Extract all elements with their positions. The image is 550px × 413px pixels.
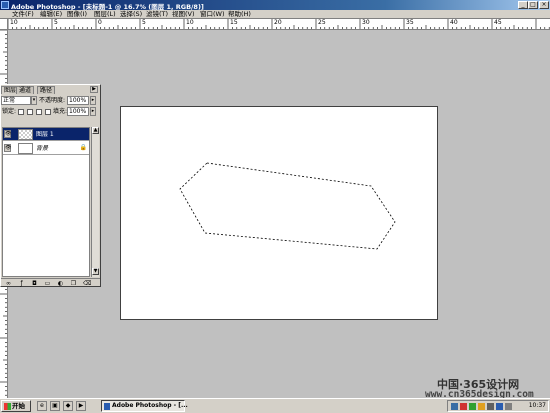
mask-icon[interactable]: ◘ — [31, 280, 38, 287]
lock-pixels-icon[interactable] — [27, 109, 33, 115]
menu-edit[interactable]: 编辑(E) — [40, 10, 62, 19]
photoshop-feather-icon — [104, 403, 110, 410]
layers-list: 👁 图层 1 👁 背景 🔒 — [2, 127, 90, 277]
quicklaunch-explorer-icon[interactable]: e — [37, 401, 47, 411]
layers-panel: 图层 通道 路径 ▶ 正常 ▾ 不透明度: 100% ▸ 锁定: 填充: 100… — [0, 84, 101, 287]
layer-thumbnail — [18, 143, 33, 154]
menu-filter[interactable]: 滤镜(T) — [146, 10, 168, 19]
scroll-up-arrow-icon[interactable]: ▲ — [92, 127, 99, 134]
lock-transparency-icon[interactable] — [18, 109, 24, 115]
blend-opacity-row: 正常 ▾ 不透明度: 100% ▸ — [1, 96, 100, 106]
network-icon[interactable] — [451, 403, 458, 410]
taskbar-task-label: Adobe Photoshop - [... — [112, 402, 188, 409]
ruler-label: 0 — [98, 19, 102, 26]
ruler-label: 30 — [362, 19, 370, 26]
layer-name: 背景 — [36, 145, 49, 152]
tab-paths[interactable]: 路径 — [37, 86, 56, 94]
lock-icon: 🔒 — [79, 144, 87, 151]
opacity-label: 不透明度: — [39, 97, 66, 104]
folder-icon[interactable]: ▭ — [44, 280, 51, 287]
visibility-eye-icon[interactable]: 👁 — [4, 130, 11, 138]
panel-menu-button[interactable]: ▶ — [90, 86, 98, 93]
lock-all-icon[interactable] — [45, 109, 51, 115]
minimize-button[interactable]: _ — [518, 1, 528, 9]
layer-thumbnail — [18, 129, 33, 140]
menu-view[interactable]: 视图(V) — [172, 10, 195, 19]
ruler-label: 40 — [450, 19, 458, 26]
document-canvas[interactable] — [120, 106, 438, 320]
trash-icon[interactable]: ⌫ — [83, 280, 91, 287]
ruler-label: 25 — [318, 19, 326, 26]
ruler-label: 20 — [274, 19, 282, 26]
quicklaunch-app-icon[interactable]: ◆ — [63, 401, 73, 411]
ruler-label: 45 — [494, 19, 502, 26]
ruler-label: 10 — [10, 19, 18, 26]
panel-footer: ∞ ƒ ◘ ▭ ◐ ❐ ⌫ — [1, 278, 100, 287]
messenger-icon[interactable] — [496, 403, 503, 410]
photoshop-app-icon — [1, 1, 9, 9]
new-layer-icon[interactable]: ❐ — [70, 280, 77, 287]
link-icon[interactable]: ∞ — [5, 280, 12, 287]
fill-input[interactable]: 100% — [67, 107, 89, 116]
ruler-origin[interactable] — [0, 19, 8, 30]
ime-icon[interactable] — [478, 403, 485, 410]
blend-mode-dropdown-icon[interactable]: ▾ — [31, 96, 37, 105]
opacity-slider-button[interactable]: ▸ — [90, 96, 96, 105]
clock: 10:37 — [528, 402, 546, 409]
lock-label: 锁定: — [2, 108, 17, 115]
start-label: 开始 — [12, 402, 25, 410]
panel-tabs: 图层 通道 路径 ▶ — [1, 85, 100, 94]
display-icon[interactable] — [505, 403, 512, 410]
tab-channels[interactable]: 通道 — [16, 86, 35, 94]
lock-fill-row: 锁定: 填充: 100% ▸ — [1, 107, 100, 117]
selection-outline — [179, 162, 396, 250]
menu-image[interactable]: 图像(I) — [67, 10, 87, 19]
fill-slider-button[interactable]: ▸ — [90, 107, 96, 116]
scroll-down-arrow-icon[interactable]: ▼ — [92, 268, 99, 275]
menu-layer[interactable]: 图层(L) — [94, 10, 116, 19]
layers-scrollbar[interactable]: ▲ ▼ — [91, 127, 99, 277]
antivirus-icon[interactable] — [460, 403, 467, 410]
menu-help[interactable]: 帮助(H) — [228, 10, 251, 19]
title-bar: Adobe Photoshop - [未标题-1 @ 16.7% (图层 1, … — [0, 0, 550, 11]
volume-icon[interactable] — [487, 403, 494, 410]
menu-window[interactable]: 窗口(W) — [200, 10, 225, 19]
opacity-input[interactable]: 100% — [67, 96, 89, 105]
layer-row-layer1[interactable]: 👁 图层 1 — [3, 128, 89, 141]
blend-mode-select[interactable]: 正常 — [1, 96, 31, 105]
tray-app-icon[interactable] — [469, 403, 476, 410]
close-button[interactable]: × — [539, 1, 549, 9]
windows-logo-icon — [4, 403, 11, 410]
menu-select[interactable]: 选择(S) — [120, 10, 142, 19]
start-button[interactable]: 开始 — [1, 400, 31, 412]
marquee-selection — [179, 162, 396, 250]
layer-row-background[interactable]: 👁 背景 🔒 — [3, 142, 89, 155]
maximize-button[interactable]: □ — [528, 1, 538, 9]
visibility-eye-icon[interactable]: 👁 — [4, 144, 11, 152]
horizontal-ruler[interactable]: 10 5 0 5 10 15 20 25 30 35 40 45 — [8, 19, 550, 30]
menu-bar: 文件(F) 编辑(E) 图像(I) 图层(L) 选择(S) 滤镜(T) 视图(V… — [0, 10, 550, 19]
taskbar: 开始 e ▣ ◆ ▶ Adobe Photoshop - [... 10:37 — [0, 398, 550, 413]
quicklaunch-media-icon[interactable]: ▶ — [76, 401, 86, 411]
system-tray: 10:37 — [447, 400, 549, 412]
fill-label: 填充: — [53, 108, 68, 115]
ruler-label: 10 — [186, 19, 194, 26]
layer-name: 图层 1 — [36, 131, 54, 138]
taskbar-photoshop-button[interactable]: Adobe Photoshop - [... — [101, 400, 188, 412]
layer-style-icon[interactable]: ƒ — [18, 280, 25, 287]
quicklaunch-desktop-icon[interactable]: ▣ — [50, 401, 60, 411]
ruler-label: 5 — [142, 19, 146, 26]
lock-position-icon[interactable] — [36, 109, 42, 115]
adjustment-icon[interactable]: ◐ — [57, 280, 64, 287]
ruler-label: 5 — [54, 19, 58, 26]
menu-file[interactable]: 文件(F) — [12, 10, 34, 19]
ruler-label: 35 — [406, 19, 414, 26]
ruler-label: 15 — [230, 19, 238, 26]
